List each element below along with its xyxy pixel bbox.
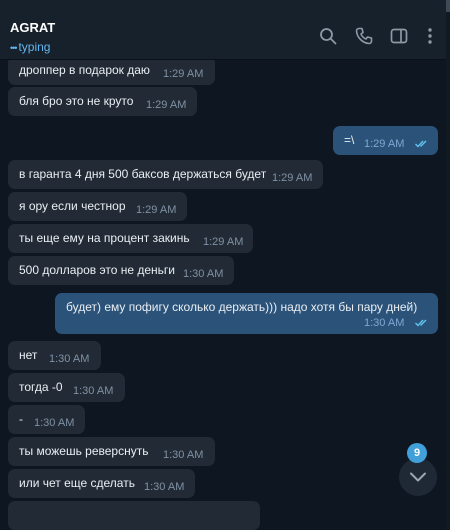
message-list[interactable]: дроппер в подарок даю 1:29 AM бля бро эт… [0, 60, 450, 530]
message-text: - [19, 412, 23, 426]
message-time: 1:30 AM [364, 317, 405, 329]
message-text: дроппер в подарок даю [19, 63, 150, 77]
message-bubble[interactable]: =\ 1:29 AM [333, 126, 438, 155]
message-bubble[interactable]: бля бро это не круто 1:29 AM [8, 87, 197, 116]
message-time: 1:29 AM [146, 99, 187, 111]
message-bubble[interactable]: в гаранта 4 дня 500 баксов держаться буд… [8, 160, 323, 189]
message-bubble[interactable]: я ору если честнор 1:29 AM [8, 192, 187, 221]
message-bubble[interactable]: ты можешь реверснуть 1:30 AM [8, 437, 215, 466]
message-text: =\ [344, 133, 355, 147]
message-text: тогда -0 [19, 380, 63, 394]
scroll-to-bottom-button[interactable] [399, 458, 437, 496]
sidebar-toggle-icon[interactable] [390, 27, 408, 45]
read-checkmarks-icon [415, 319, 427, 327]
message-time: 1:30 AM [73, 385, 114, 397]
message-bubble[interactable]: нет 1:30 AM [8, 341, 101, 370]
chat-header: AGRAT ••• typing [0, 0, 450, 60]
more-vertical-icon[interactable] [421, 27, 439, 45]
typing-label: typing [18, 40, 51, 54]
message-text: бля бро это не круто [19, 94, 134, 108]
message-time: 1:29 AM [364, 138, 405, 150]
chat-title[interactable]: AGRAT [10, 20, 55, 35]
message-bubble [8, 501, 260, 530]
message-time: 1:29 AM [163, 68, 204, 80]
message-text: нет [19, 348, 38, 362]
scrollbar[interactable] [446, 0, 450, 530]
message-text: ты еще ему на процент закинь [19, 231, 190, 245]
message-time: 1:30 AM [183, 268, 224, 280]
message-time: 1:29 AM [272, 172, 313, 184]
search-icon[interactable] [319, 27, 337, 45]
typing-dots: ••• [10, 43, 18, 53]
message-text: в гаранта 4 дня 500 баксов держаться буд… [19, 167, 267, 181]
chevron-down-icon [410, 472, 426, 482]
message-text: или чет еще сделать [19, 476, 135, 490]
message-bubble[interactable]: ты еще ему на процент закинь 1:29 AM [8, 224, 253, 253]
unread-count-badge: 9 [407, 443, 427, 463]
phone-icon[interactable] [355, 27, 373, 45]
message-bubble[interactable]: 500 долларов это не деньги 1:30 AM [8, 256, 234, 285]
message-bubble[interactable]: - 1:30 AM [8, 405, 85, 434]
read-checkmarks-icon [415, 140, 427, 148]
message-time: 1:30 AM [163, 449, 204, 461]
message-bubble[interactable]: дроппер в подарок даю 1:29 AM [8, 60, 215, 85]
message-text: я ору если честнор [19, 199, 126, 213]
message-bubble[interactable]: будет) ему пофигу сколько держать))) над… [55, 293, 438, 334]
typing-status: ••• typing [10, 40, 50, 54]
message-bubble[interactable]: или чет еще сделать 1:30 AM [8, 469, 195, 498]
message-time: 1:29 AM [203, 236, 244, 248]
message-time: 1:30 AM [49, 353, 90, 365]
message-text: ты можешь реверснуть [19, 444, 149, 458]
message-time: 1:29 AM [136, 204, 177, 216]
message-time: 1:30 AM [34, 417, 75, 429]
message-text: 500 долларов это не деньги [19, 263, 175, 277]
message-text: будет) ему пофигу сколько держать))) над… [66, 300, 418, 314]
message-time: 1:30 AM [144, 481, 185, 493]
scrollbar-thumb[interactable] [446, 0, 450, 12]
message-bubble[interactable]: тогда -0 1:30 AM [8, 373, 125, 402]
